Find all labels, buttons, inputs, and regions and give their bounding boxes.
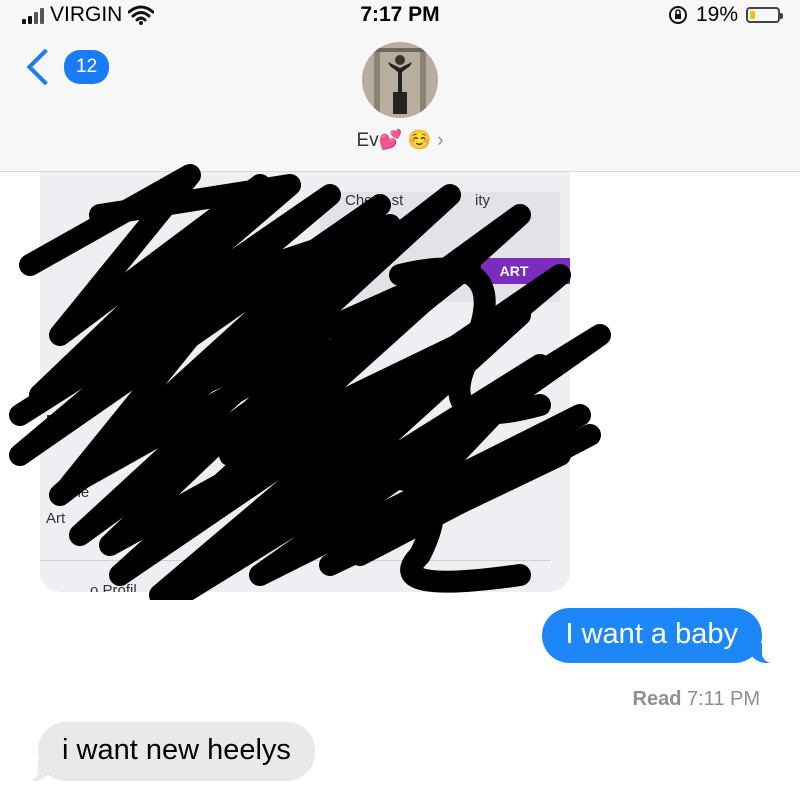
contact-avatar[interactable] — [362, 42, 438, 118]
message-text: i want new heelys — [62, 734, 291, 766]
sent-message-bubble[interactable]: I want a baby — [541, 608, 780, 663]
received-message-bubble[interactable]: i want new heelys — [20, 722, 315, 781]
avatar-photo — [362, 42, 438, 118]
read-receipt: Read 7:11 PM — [633, 688, 760, 711]
contact-name-row[interactable]: Ev💕 ☺️ › — [0, 128, 800, 152]
back-chevron-icon — [26, 48, 64, 86]
contact-name: Ev💕 ☺️ — [356, 130, 432, 151]
status-right: 19% — [668, 0, 783, 30]
read-time: 7:11 PM — [687, 688, 760, 710]
battery-icon — [746, 7, 783, 23]
conversation-header: 12 Ev💕 ☺️ › — [0, 30, 800, 172]
chevron-right-icon: › — [437, 130, 444, 151]
redaction-scribble — [9, 164, 611, 600]
battery-fill — [750, 11, 755, 19]
battery-percent: 19% — [695, 3, 738, 26]
status-bar: VIRGIN 7:17 PM 19% — [0, 0, 800, 30]
read-label: Read — [632, 688, 682, 710]
rotation-lock-icon — [668, 6, 687, 24]
unread-count-badge: 12 — [64, 50, 110, 84]
back-button[interactable]: 12 — [24, 48, 110, 86]
message-text: I want a baby — [565, 618, 739, 650]
